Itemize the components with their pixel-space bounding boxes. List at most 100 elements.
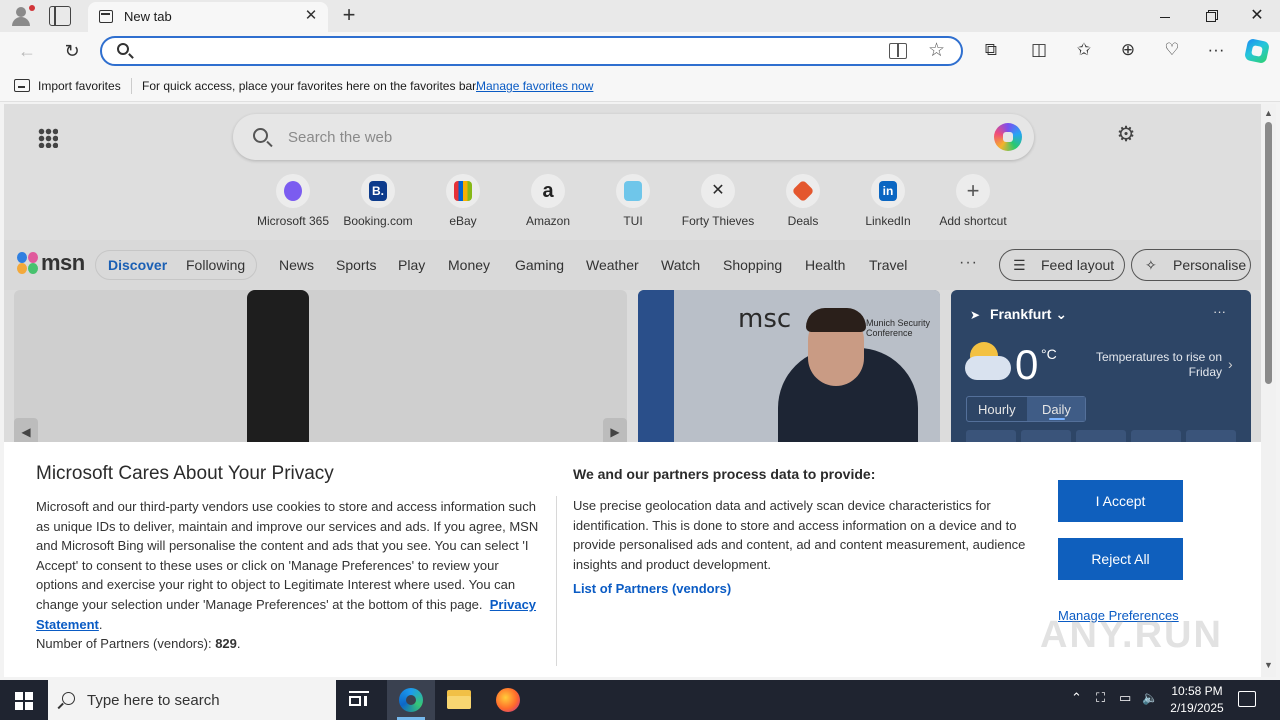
favorites-hint: For quick access, place your favorites h… <box>142 79 479 93</box>
nav-watch[interactable]: Watch <box>661 257 700 273</box>
personalise-button[interactable]: ✧ Personalise <box>1131 249 1251 281</box>
favorite-star-icon[interactable]: ☆ <box>928 39 945 62</box>
reject-all-button[interactable]: Reject All <box>1058 538 1183 580</box>
windows-start-icon[interactable] <box>15 692 33 710</box>
tab-discover[interactable]: Discover <box>108 257 167 273</box>
nav-sports[interactable]: Sports <box>336 257 376 273</box>
taskbar-search-box[interactable]: Type here to search <box>48 680 336 720</box>
profile-icon[interactable] <box>8 4 36 28</box>
volume-icon[interactable]: 🔈 <box>1142 690 1158 706</box>
tab-title: New tab <box>124 9 172 24</box>
clock-date: 2/19/2025 <box>1170 701 1224 715</box>
network-icon[interactable]: ▭ <box>1119 690 1131 706</box>
settings-gear-icon[interactable]: ⚙ <box>1115 124 1137 146</box>
import-favorites-button[interactable]: Import favorites <box>38 79 121 93</box>
title-bar: New tab ✕ + ✕ <box>0 0 1280 32</box>
task-view-icon[interactable] <box>349 691 369 709</box>
msc-caption-line1: Munich Security <box>866 318 931 328</box>
nav-shopping[interactable]: Shopping <box>723 257 782 273</box>
shortcut-label: Amazon <box>525 214 571 228</box>
refresh-button[interactable]: ↻ <box>61 40 83 62</box>
favorites-icon[interactable]: ✩ <box>1073 38 1095 62</box>
minimize-button[interactable] <box>1142 0 1188 32</box>
browser-essentials-icon[interactable]: ♡ <box>1161 38 1183 62</box>
shortcut-forty-thieves[interactable]: ✕ Forty Thieves <box>673 174 763 234</box>
chevron-right-icon[interactable]: › <box>1228 356 1233 372</box>
app-launcher-icon[interactable] <box>38 128 58 148</box>
booking-icon: B. <box>369 181 387 201</box>
taskbar-firefox-button[interactable] <box>484 680 532 720</box>
shortcut-ebay[interactable]: eBay <box>418 174 508 234</box>
tab-new-tab[interactable]: New tab ✕ <box>88 2 328 32</box>
news-card[interactable]: msc Munich Security Conference <box>638 290 940 450</box>
shortcut-label: Deals <box>787 214 819 228</box>
windows-taskbar: Type here to search ⌃ ⛶ ▭ 🔈 10:58 PM 2/1… <box>0 680 1280 720</box>
nav-gaming[interactable]: Gaming <box>515 257 564 273</box>
close-window-button[interactable]: ✕ <box>1234 0 1280 32</box>
shortcut-label: Microsoft 365 <box>256 214 330 228</box>
weather-tab-hourly[interactable]: Hourly <box>978 402 1016 417</box>
shortcut-deals[interactable]: Deals <box>758 174 848 234</box>
manage-favorites-link[interactable]: Manage favorites now <box>476 79 593 93</box>
accept-button[interactable]: I Accept <box>1058 480 1183 522</box>
weather-location[interactable]: Frankfurt ⌄ <box>990 306 1067 323</box>
nav-health[interactable]: Health <box>805 257 845 273</box>
more-icon[interactable]: ··· <box>1205 38 1227 62</box>
split-screen-icon[interactable]: ◫ <box>1028 38 1050 62</box>
hero-card[interactable]: ◀ ▶ <box>14 290 627 450</box>
tab-actions-icon[interactable] <box>49 6 71 26</box>
weather-tab-daily[interactable]: Daily <box>1042 402 1071 417</box>
feed-layout-button[interactable]: ☰ Feed layout <box>999 249 1125 281</box>
nav-weather[interactable]: Weather <box>586 257 639 273</box>
shortcut-amazon[interactable]: a Amazon <box>503 174 593 234</box>
weather-more-icon[interactable]: ··· <box>1213 304 1226 319</box>
address-bar[interactable]: ☆ <box>100 36 963 66</box>
address-input[interactable] <box>138 41 878 61</box>
shortcut-booking[interactable]: B. Booking.com <box>333 174 423 234</box>
shortcut-tui[interactable]: TUI <box>588 174 678 234</box>
cloud-icon <box>965 356 1011 380</box>
chevron-up-icon[interactable]: ⌃ <box>1071 690 1082 706</box>
import-favorites-icon[interactable] <box>14 79 30 92</box>
weather-location-name: Frankfurt <box>990 306 1052 322</box>
restore-button[interactable] <box>1188 0 1234 32</box>
tab-following[interactable]: Following <box>186 257 245 273</box>
taskbar-file-explorer-button[interactable] <box>435 680 483 720</box>
privacy-consent-banner: Microsoft Cares About Your Privacy Micro… <box>4 442 1261 677</box>
msc-logo: msc <box>738 304 792 334</box>
amazon-icon: a <box>542 180 554 202</box>
nav-money[interactable]: Money <box>448 257 490 273</box>
nav-travel[interactable]: Travel <box>869 257 907 273</box>
web-search-box[interactable] <box>233 114 1034 160</box>
shortcut-linkedin[interactable]: in LinkedIn <box>843 174 933 234</box>
scroll-up-icon[interactable]: ▲ <box>1264 108 1273 118</box>
scroll-down-icon[interactable]: ▼ <box>1264 660 1273 670</box>
notifications-icon[interactable] <box>1238 691 1256 707</box>
privacy-body-text: Microsoft and our third-party vendors us… <box>36 499 539 612</box>
weather-forecast-note[interactable]: Temperatures to rise on Friday <box>1094 350 1222 380</box>
shortcut-add[interactable]: + Add shortcut <box>928 174 1018 234</box>
msn-logo[interactable]: msn <box>17 250 85 278</box>
list-of-partners-link[interactable]: List of Partners (vendors) <box>573 581 731 596</box>
folder-icon <box>447 690 471 709</box>
immersive-reader-icon[interactable] <box>889 43 907 59</box>
copilot-icon[interactable] <box>994 123 1022 151</box>
taskbar-clock[interactable]: 10:58 PM 2/19/2025 <box>1164 683 1230 717</box>
new-tab-button[interactable]: + <box>338 4 360 26</box>
scrollbar-thumb[interactable] <box>1265 122 1272 384</box>
page-scrollbar[interactable]: ▲ ▼ <box>1261 104 1276 677</box>
web-search-input[interactable] <box>288 126 938 148</box>
device-icon[interactable]: ⛶ <box>1096 690 1105 706</box>
more-categories-icon[interactable]: ··· <box>959 254 978 272</box>
data-purposes-text: Use precise geolocation data and activel… <box>573 498 1026 572</box>
back-button[interactable]: ← <box>16 40 38 62</box>
close-tab-button[interactable]: ✕ <box>302 7 320 25</box>
speaker-hair <box>806 308 866 332</box>
taskbar-edge-button[interactable] <box>387 680 435 720</box>
extensions-icon[interactable]: ⧉ <box>980 38 1002 62</box>
collections-icon[interactable]: ⊕ <box>1117 38 1139 62</box>
nav-play[interactable]: Play <box>398 257 425 273</box>
shortcut-microsoft-365[interactable]: Microsoft 365 <box>248 174 338 234</box>
nav-news[interactable]: News <box>279 257 314 273</box>
weather-card[interactable]: ➤ Frankfurt ⌄ ··· 0 °C Temperatures to r… <box>951 290 1251 450</box>
